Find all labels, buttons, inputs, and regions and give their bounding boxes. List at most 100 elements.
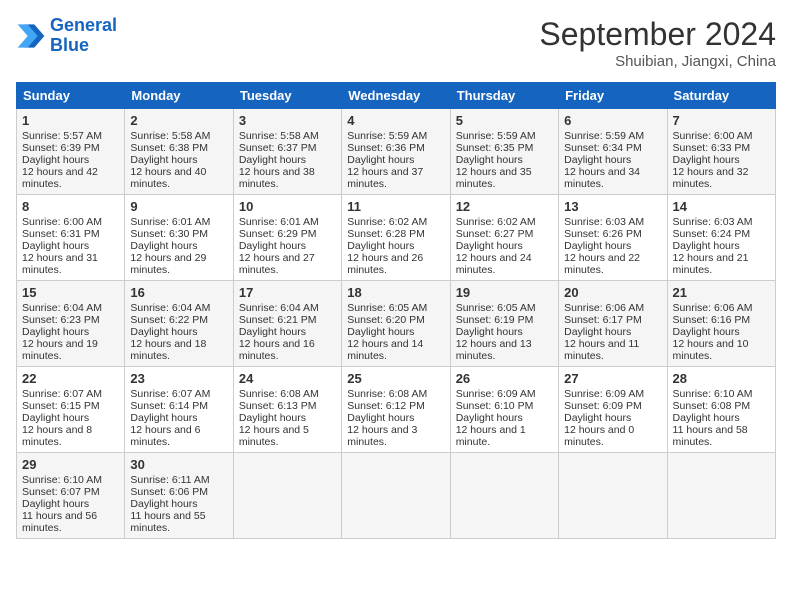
calendar-header-friday: Friday (559, 83, 667, 109)
calendar-cell: 15Sunrise: 6:04 AMSunset: 6:23 PMDayligh… (17, 281, 125, 367)
calendar-cell: 12 Sunrise: 6:02 AMSunset: 6:27 PMDayligh… (450, 195, 558, 281)
day-info: Sunrise: 6:05 AMSunset: 6:20 PMDaylight … (347, 302, 427, 362)
day-number: 29 (22, 457, 119, 472)
day-number: 28 (673, 371, 770, 386)
day-info: Sunrise: 6:08 AMSunset: 6:13 PMDaylight … (239, 388, 319, 448)
calendar-cell (559, 453, 667, 539)
day-number: 15 (22, 285, 119, 300)
calendar-table: SundayMondayTuesdayWednesdayThursdayFrid… (16, 82, 776, 539)
day-info: Sunrise: 6:06 AMSunset: 6:17 PMDaylight … (564, 302, 644, 362)
calendar-cell: 29Sunrise: 6:10 AMSunset: 6:07 PMDayligh… (17, 453, 125, 539)
calendar-cell (667, 453, 775, 539)
day-number: 12 (456, 199, 553, 214)
calendar-week-row: 1Sunrise: 5:57 AMSunset: 6:39 PMDaylight… (17, 109, 776, 195)
day-info: Sunrise: 6:08 AMSunset: 6:12 PMDaylight … (347, 388, 427, 448)
calendar-cell: 16 Sunrise: 6:04 AMSunset: 6:22 PMDayligh… (125, 281, 233, 367)
day-info: Sunrise: 6:07 AMSunset: 6:14 PMDaylight … (130, 388, 210, 448)
day-info: Sunrise: 6:05 AMSunset: 6:19 PMDaylight … (456, 302, 536, 362)
day-number: 5 (456, 113, 553, 128)
day-number: 27 (564, 371, 661, 386)
calendar-cell: 9 Sunrise: 6:01 AMSunset: 6:30 PMDaylight… (125, 195, 233, 281)
calendar-cell: 1Sunrise: 5:57 AMSunset: 6:39 PMDaylight… (17, 109, 125, 195)
calendar-cell: 6Sunrise: 5:59 AMSunset: 6:34 PMDaylight… (559, 109, 667, 195)
calendar-cell: 27 Sunrise: 6:09 AMSunset: 6:09 PMDayligh… (559, 367, 667, 453)
calendar-header-row: SundayMondayTuesdayWednesdayThursdayFrid… (17, 83, 776, 109)
day-info: Sunrise: 6:01 AMSunset: 6:30 PMDaylight … (130, 216, 210, 276)
calendar-cell: 24 Sunrise: 6:08 AMSunset: 6:13 PMDayligh… (233, 367, 341, 453)
day-number: 11 (347, 199, 444, 214)
day-info: Sunrise: 6:01 AMSunset: 6:29 PMDaylight … (239, 216, 319, 276)
calendar-week-row: 15Sunrise: 6:04 AMSunset: 6:23 PMDayligh… (17, 281, 776, 367)
calendar-cell: 26Sunrise: 6:09 AMSunset: 6:10 PMDayligh… (450, 367, 558, 453)
day-info: Sunrise: 6:02 AMSunset: 6:28 PMDaylight … (347, 216, 427, 276)
day-info: Sunrise: 6:03 AMSunset: 6:26 PMDaylight … (564, 216, 644, 276)
day-number: 9 (130, 199, 227, 214)
calendar-cell (342, 453, 450, 539)
logo-line2: Blue (50, 35, 89, 55)
calendar-week-row: 22Sunrise: 6:07 AMSunset: 6:15 PMDayligh… (17, 367, 776, 453)
calendar-cell: 14Sunrise: 6:03 AMSunset: 6:24 PMDayligh… (667, 195, 775, 281)
logo-line1: General (50, 15, 117, 35)
calendar-cell: 8 Sunrise: 6:00 AMSunset: 6:31 PMDaylight… (17, 195, 125, 281)
day-info: Sunrise: 5:58 AMSunset: 6:38 PMDaylight … (130, 130, 210, 190)
calendar-cell: 7Sunrise: 6:00 AMSunset: 6:33 PMDaylight… (667, 109, 775, 195)
day-info: Sunrise: 5:59 AMSunset: 6:35 PMDaylight … (456, 130, 536, 190)
day-info: Sunrise: 5:58 AMSunset: 6:37 PMDaylight … (239, 130, 319, 190)
logo: General Blue (16, 16, 117, 56)
calendar-cell: 25Sunrise: 6:08 AMSunset: 6:12 PMDayligh… (342, 367, 450, 453)
calendar-header-sunday: Sunday (17, 83, 125, 109)
day-info: Sunrise: 6:10 AMSunset: 6:08 PMDaylight … (673, 388, 753, 448)
day-number: 2 (130, 113, 227, 128)
calendar-cell: 19Sunrise: 6:05 AMSunset: 6:19 PMDayligh… (450, 281, 558, 367)
calendar-week-row: 8 Sunrise: 6:00 AMSunset: 6:31 PMDaylight… (17, 195, 776, 281)
logo-icon (16, 21, 46, 51)
day-info: Sunrise: 6:03 AMSunset: 6:24 PMDaylight … (673, 216, 753, 276)
calendar-body: 1Sunrise: 5:57 AMSunset: 6:39 PMDaylight… (17, 109, 776, 539)
calendar-cell (233, 453, 341, 539)
calendar-cell: 3 Sunrise: 5:58 AMSunset: 6:37 PMDaylight… (233, 109, 341, 195)
day-info: Sunrise: 5:57 AMSunset: 6:39 PMDaylight … (22, 130, 102, 190)
month-title: September 2024 (539, 16, 776, 53)
day-number: 8 (22, 199, 119, 214)
day-info: Sunrise: 6:09 AMSunset: 6:09 PMDaylight … (564, 388, 644, 448)
day-info: Sunrise: 6:04 AMSunset: 6:21 PMDaylight … (239, 302, 319, 362)
calendar-header-thursday: Thursday (450, 83, 558, 109)
day-info: Sunrise: 6:04 AMSunset: 6:22 PMDaylight … (130, 302, 210, 362)
page-header: General Blue September 2024 Shuibian, Ji… (16, 16, 776, 70)
calendar-cell: 11 Sunrise: 6:02 AMSunset: 6:28 PMDayligh… (342, 195, 450, 281)
day-number: 20 (564, 285, 661, 300)
day-number: 13 (564, 199, 661, 214)
day-info: Sunrise: 6:00 AMSunset: 6:33 PMDaylight … (673, 130, 753, 190)
day-info: Sunrise: 6:02 AMSunset: 6:27 PMDaylight … (456, 216, 536, 276)
location-subtitle: Shuibian, Jiangxi, China (539, 53, 776, 70)
day-info: Sunrise: 6:06 AMSunset: 6:16 PMDaylight … (673, 302, 753, 362)
day-number: 16 (130, 285, 227, 300)
day-number: 22 (22, 371, 119, 386)
day-number: 17 (239, 285, 336, 300)
calendar-cell: 18Sunrise: 6:05 AMSunset: 6:20 PMDayligh… (342, 281, 450, 367)
calendar-cell: 17 Sunrise: 6:04 AMSunset: 6:21 PMDayligh… (233, 281, 341, 367)
logo-text: General Blue (50, 16, 117, 56)
calendar-cell: 5 Sunrise: 5:59 AMSunset: 6:35 PMDaylight… (450, 109, 558, 195)
calendar-header-saturday: Saturday (667, 83, 775, 109)
calendar-cell: 28 Sunrise: 6:10 AMSunset: 6:08 PMDayligh… (667, 367, 775, 453)
day-number: 10 (239, 199, 336, 214)
day-number: 26 (456, 371, 553, 386)
title-block: September 2024 Shuibian, Jiangxi, China (539, 16, 776, 70)
calendar-header-wednesday: Wednesday (342, 83, 450, 109)
calendar-cell: 22Sunrise: 6:07 AMSunset: 6:15 PMDayligh… (17, 367, 125, 453)
day-number: 23 (130, 371, 227, 386)
day-info: Sunrise: 5:59 AMSunset: 6:36 PMDaylight … (347, 130, 427, 190)
calendar-header-tuesday: Tuesday (233, 83, 341, 109)
calendar-cell: 13 Sunrise: 6:03 AMSunset: 6:26 PMDayligh… (559, 195, 667, 281)
calendar-cell: 4Sunrise: 5:59 AMSunset: 6:36 PMDaylight… (342, 109, 450, 195)
day-info: Sunrise: 5:59 AMSunset: 6:34 PMDaylight … (564, 130, 644, 190)
calendar-cell: 21Sunrise: 6:06 AMSunset: 6:16 PMDayligh… (667, 281, 775, 367)
calendar-cell: 23 Sunrise: 6:07 AMSunset: 6:14 PMDayligh… (125, 367, 233, 453)
calendar-cell (450, 453, 558, 539)
day-info: Sunrise: 6:11 AMSunset: 6:06 PMDaylight … (130, 474, 209, 534)
day-number: 24 (239, 371, 336, 386)
day-info: Sunrise: 6:00 AMSunset: 6:31 PMDaylight … (22, 216, 102, 276)
calendar-cell: 10 Sunrise: 6:01 AMSunset: 6:29 PMDayligh… (233, 195, 341, 281)
day-number: 3 (239, 113, 336, 128)
